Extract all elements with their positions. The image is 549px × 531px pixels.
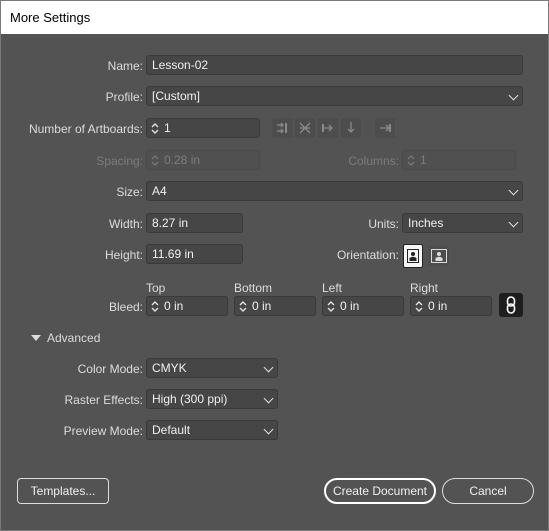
chevron-down-icon: [508, 185, 519, 196]
chevron-down-icon: [508, 217, 519, 228]
arrange-by-column-button[interactable]: [318, 118, 338, 138]
bleed-top-label: Top: [146, 281, 166, 295]
artboards-value: 1: [164, 121, 171, 135]
bleed-right-stepper[interactable]: 0 in: [410, 296, 492, 316]
profile-select[interactable]: [Custom]: [146, 86, 523, 106]
templates-button[interactable]: Templates...: [17, 478, 109, 504]
layout-direction-icon: [380, 124, 391, 132]
more-settings-dialog: More Settings Name: Lesson-02 Profile: […: [0, 0, 549, 531]
spinner-arrows-icon: [151, 155, 159, 166]
advanced-toggle[interactable]: Advanced: [31, 331, 111, 347]
name-label: Name:: [107, 59, 143, 73]
color-mode-value: CMYK: [152, 361, 187, 375]
preview-mode-label: Preview Mode:: [63, 424, 143, 438]
bleed-bottom-value: 0 in: [252, 299, 272, 313]
advanced-label: Advanced: [47, 331, 101, 345]
columns-label: Columns:: [348, 154, 399, 168]
triangle-down-icon: [31, 335, 41, 341]
spacing-value: 0.28 in: [164, 153, 201, 167]
bleed-top-stepper[interactable]: 0 in: [146, 296, 228, 316]
arrange-by-row-button[interactable]: [295, 118, 315, 138]
bleed-left-value: 0 in: [340, 299, 360, 313]
bleed-right-value: 0 in: [428, 299, 448, 313]
bleed-top-value: 0 in: [164, 299, 184, 313]
landscape-button[interactable]: [429, 246, 449, 266]
link-icon: [506, 296, 516, 314]
spacing-stepper[interactable]: 0.28 in: [146, 150, 260, 170]
units-value: Inches: [408, 216, 444, 230]
color-mode-select[interactable]: CMYK: [146, 358, 278, 378]
arrange-by-column-icon: [322, 124, 333, 132]
bleed-left-label: Left: [322, 281, 343, 295]
arrange-by-grid-icon: [277, 122, 287, 134]
chevron-down-icon: [263, 393, 274, 404]
raster-effects-select[interactable]: High (300 ppi): [146, 389, 278, 409]
landscape-icon: [431, 249, 447, 263]
chevron-down-icon: [263, 362, 274, 373]
window-title: More Settings: [10, 10, 91, 25]
spinner-arrows-icon: [239, 301, 247, 312]
arrange-by-grid-button[interactable]: [272, 118, 292, 138]
preview-mode-value: Default: [152, 423, 191, 437]
layout-direction-button[interactable]: [375, 118, 395, 138]
units-select[interactable]: Inches: [402, 213, 523, 233]
size-value: A4: [152, 184, 167, 198]
width-label: Width:: [108, 217, 143, 231]
spinner-arrows-icon: [327, 301, 335, 312]
bleed-bottom-label: Bottom: [234, 281, 273, 295]
height-label: Height:: [104, 248, 143, 262]
arrange-single-column-button[interactable]: [341, 118, 361, 138]
units-label: Units:: [368, 217, 399, 231]
spacing-label: Spacing:: [96, 154, 143, 168]
link-bleed-button[interactable]: [499, 293, 523, 317]
bleed-left-stepper[interactable]: 0 in: [322, 296, 404, 316]
columns-stepper[interactable]: 1: [402, 150, 516, 170]
size-label: Size:: [116, 185, 143, 199]
portrait-button[interactable]: [403, 244, 423, 268]
spinner-arrows-icon: [415, 301, 423, 312]
height-input[interactable]: 11.69 in: [146, 244, 243, 264]
spinner-arrows-icon: [151, 123, 159, 134]
profile-label: Profile:: [105, 90, 143, 104]
bleed-bottom-stepper[interactable]: 0 in: [234, 296, 316, 316]
chevron-down-icon: [263, 424, 274, 435]
spinner-arrows-icon: [407, 155, 415, 166]
raster-effects-label: Raster Effects:: [64, 393, 143, 407]
portrait-icon: [407, 249, 419, 263]
columns-value: 1: [420, 153, 427, 167]
size-select[interactable]: A4: [146, 181, 523, 201]
raster-effects-value: High (300 ppi): [152, 392, 228, 406]
create-document-button[interactable]: Create Document: [324, 478, 436, 504]
name-input[interactable]: Lesson-02: [146, 55, 523, 75]
arrange-single-column-icon: [347, 122, 355, 133]
cancel-button[interactable]: Cancel: [442, 478, 534, 504]
title-bar: More Settings: [1, 1, 548, 34]
bleed-right-label: Right: [410, 281, 439, 295]
width-input[interactable]: 8.27 in: [146, 213, 243, 233]
artboards-label: Number of Artboards:: [28, 122, 143, 136]
bleed-label: Bleed:: [108, 300, 143, 314]
color-mode-label: Color Mode:: [77, 362, 143, 376]
profile-value: [Custom]: [152, 89, 201, 103]
preview-mode-select[interactable]: Default: [146, 420, 278, 440]
artboards-stepper[interactable]: 1: [146, 118, 260, 138]
orientation-label: Orientation:: [336, 248, 399, 262]
chevron-down-icon: [508, 90, 519, 101]
spinner-arrows-icon: [151, 301, 159, 312]
arrange-by-row-icon: [299, 122, 311, 134]
